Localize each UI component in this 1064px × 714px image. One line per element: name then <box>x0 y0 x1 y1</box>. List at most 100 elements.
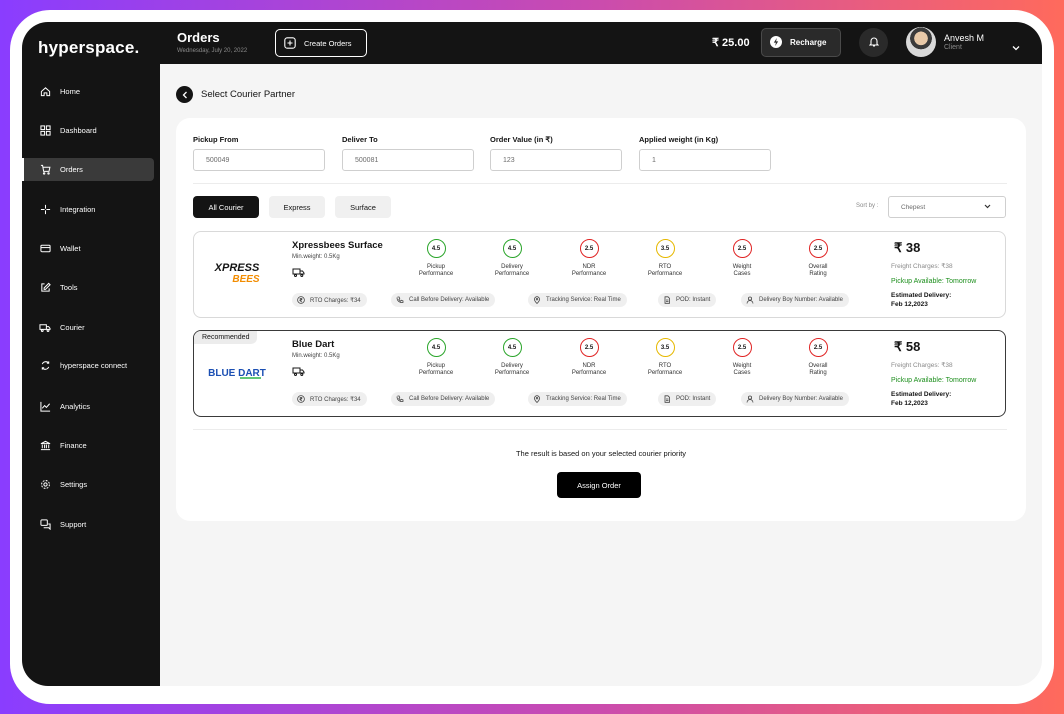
courier-card-recommended[interactable]: Recommended BLUE DART Blue Dart Min.weig… <box>193 330 1006 417</box>
section-title: Select Courier Partner <box>201 89 295 100</box>
result-note: The result is based on your selected cou… <box>515 449 687 458</box>
metric-label: Weight Cases <box>732 363 752 376</box>
metric-delivery: 4.5 Delivery Performance <box>482 239 542 278</box>
tracking-service-chip: Tracking Service: Real Time <box>528 293 627 307</box>
rupee-icon <box>297 296 305 304</box>
page-date: Wednesday, July 20, 2022 <box>177 48 248 54</box>
divider <box>193 429 1007 430</box>
gear-icon <box>39 479 51 491</box>
courier-card[interactable]: XPRESS BEES Xpressbees Surface Min.weigh… <box>193 231 1006 318</box>
sidebar: hyperspace. Home Dashboard Orders Integr… <box>22 22 160 686</box>
assign-order-button[interactable]: Assign Order <box>557 472 641 498</box>
rating-ring: 4.5 <box>502 338 522 357</box>
sidebar-item-analytics[interactable]: Analytics <box>22 395 154 418</box>
courier-selection-panel: Pickup From 500049 Deliver To 500081 Ord… <box>176 118 1026 521</box>
sidebar-item-tools[interactable]: Tools <box>22 276 154 299</box>
sidebar-item-label: Home <box>60 87 81 96</box>
sort-select[interactable]: Chepest <box>888 196 1006 218</box>
tab-surface[interactable]: Surface <box>335 196 391 218</box>
user-role: Client <box>944 44 962 51</box>
sidebar-item-orders[interactable]: Orders <box>22 158 154 181</box>
sidebar-item-finance[interactable]: Finance <box>22 434 154 457</box>
sidebar-item-dashboard[interactable]: Dashboard <box>22 119 154 142</box>
rupee-icon <box>297 395 305 403</box>
home-icon <box>39 86 51 98</box>
wallet-icon <box>39 243 51 255</box>
sidebar-item-wallet[interactable]: Wallet <box>22 237 154 260</box>
rating-ring: 2.5 <box>579 239 599 258</box>
metric-label: Weight Cases <box>732 264 752 277</box>
create-orders-button[interactable]: Create Orders <box>275 29 367 57</box>
sidebar-item-label: Analytics <box>60 402 91 411</box>
recharge-label: Recharge <box>790 38 827 47</box>
location-icon <box>533 296 541 305</box>
sidebar-item-support[interactable]: Support <box>22 513 154 536</box>
rating-ring: 2.5 <box>808 338 828 357</box>
sidebar-item-label: hyperspace connect <box>60 361 128 370</box>
metric-overall: 2.5 Overall Rating <box>788 239 848 278</box>
recharge-button[interactable]: Recharge <box>761 28 841 57</box>
location-icon <box>533 395 541 404</box>
rating-ring: 2.5 <box>732 338 752 357</box>
metric-label: Overall Rating <box>808 264 828 277</box>
back-button[interactable] <box>176 86 193 103</box>
user-name: Anvesh M <box>944 33 985 43</box>
min-weight: Min.weight: 0.5Kg <box>292 353 340 359</box>
sidebar-item-courier[interactable]: Courier <box>22 316 154 339</box>
notifications-button[interactable] <box>859 28 888 57</box>
tab-express[interactable]: Express <box>269 196 325 218</box>
metric-rto: 3.5 RTO Performance <box>635 338 695 377</box>
deliver-to-input[interactable]: 500081 <box>342 149 474 171</box>
metric-label: NDR Performance <box>571 363 607 376</box>
sidebar-item-label: Tools <box>60 283 78 292</box>
sidebar-item-label: Wallet <box>60 244 81 253</box>
freight-charges: Freight Charges: ₹38 <box>891 362 953 369</box>
sidebar-item-label: Dashboard <box>60 126 97 135</box>
sidebar-item-settings[interactable]: Settings <box>22 473 154 496</box>
freight-charges: Freight Charges: ₹38 <box>891 263 953 270</box>
truck-icon <box>292 364 305 382</box>
sidebar-item-home[interactable]: Home <box>22 80 154 103</box>
min-weight: Min.weight: 0.5Kg <box>292 254 340 260</box>
sidebar-item-label: Settings <box>60 480 88 489</box>
page-title: Orders <box>177 30 220 45</box>
phone-icon <box>396 296 404 304</box>
dashboard-icon <box>39 125 51 137</box>
delivery-boy-chip: Delivery Boy Number: Available <box>741 392 849 406</box>
integration-icon <box>39 204 51 216</box>
document-icon <box>663 395 671 403</box>
order-value-input[interactable]: 123 <box>490 149 622 171</box>
applied-weight-input[interactable]: 1 <box>639 149 771 171</box>
xpressbees-logo: XPRESS BEES <box>206 260 268 286</box>
metric-label: RTO Performance <box>647 264 683 277</box>
pod-chip: POD: Instant <box>658 293 717 307</box>
metric-ndr: 2.5 NDR Performance <box>559 239 619 278</box>
pickup-from-input[interactable]: 500049 <box>193 149 325 171</box>
metric-rto: 3.5 RTO Performance <box>635 239 695 278</box>
metric-label: Pickup Performance <box>418 363 454 376</box>
pickup-availability: Pickup Available: Tomorrow <box>891 278 977 285</box>
courier-name: Xpressbees Surface <box>292 240 383 251</box>
call-before-delivery-chip: Call Before Delivery: Available <box>391 392 496 406</box>
chevron-down-icon[interactable] <box>1012 38 1020 56</box>
sidebar-item-label: Orders <box>60 165 83 174</box>
support-icon <box>39 519 51 531</box>
user-icon <box>746 395 754 403</box>
rating-ring: 4.5 <box>502 239 522 258</box>
call-before-delivery-chip: Call Before Delivery: Available <box>391 293 496 307</box>
metric-ndr: 2.5 NDR Performance <box>559 338 619 377</box>
sidebar-item-integration[interactable]: Integration <box>22 198 154 221</box>
avatar[interactable] <box>906 27 936 57</box>
tab-all-courier[interactable]: All Courier <box>193 196 259 218</box>
chevron-left-icon <box>182 86 188 104</box>
estimated-delivery-label: Estimated Delivery: <box>891 292 952 299</box>
sidebar-item-hyperspace-connect[interactable]: hyperspace connect <box>22 354 154 377</box>
truck-icon <box>39 322 51 334</box>
truck-icon <box>292 265 305 283</box>
metric-delivery: 4.5 Delivery Performance <box>482 338 542 377</box>
divider <box>193 183 1007 184</box>
document-icon <box>663 296 671 304</box>
sort-value: Chepest <box>901 203 926 211</box>
applied-weight-label: Applied weight (in Kg) <box>639 135 719 144</box>
courier-name: Blue Dart <box>292 339 335 350</box>
